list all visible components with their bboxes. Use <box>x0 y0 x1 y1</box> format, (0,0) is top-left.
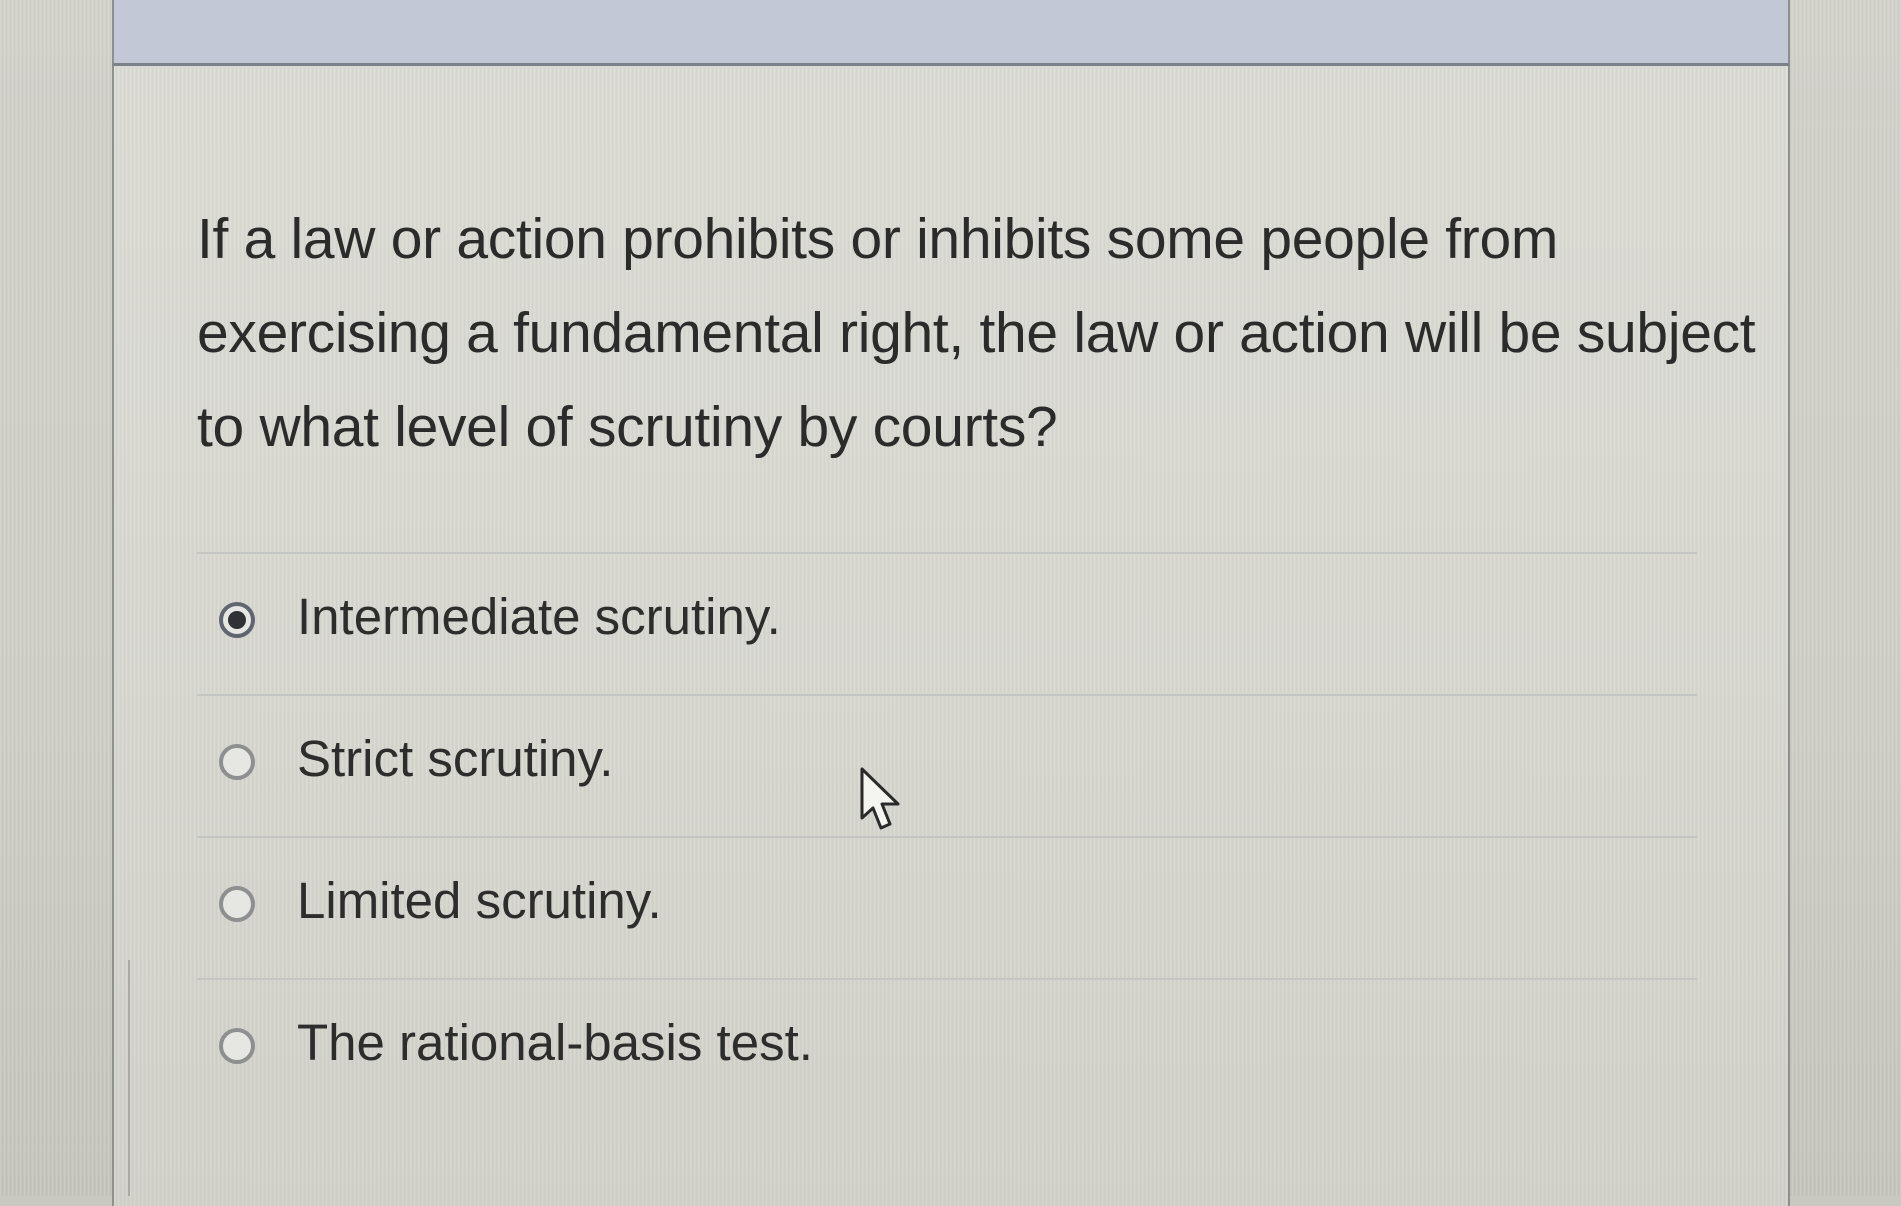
answer-option-strict[interactable]: Strict scrutiny. <box>197 694 1697 836</box>
radio-button[interactable] <box>219 744 255 780</box>
answer-option-intermediate[interactable]: Intermediate scrutiny. <box>197 552 1697 694</box>
answer-option-limited[interactable]: Limited scrutiny. <box>197 836 1697 978</box>
radio-button[interactable] <box>219 886 255 922</box>
answer-option-label[interactable]: Limited scrutiny. <box>297 866 662 936</box>
pointer-arrow-icon <box>860 767 900 830</box>
answer-option-label[interactable]: Strict scrutiny. <box>297 724 613 794</box>
question-header-bar <box>112 0 1790 66</box>
radio-button[interactable] <box>219 1028 255 1064</box>
radio-button-selected[interactable] <box>219 602 255 638</box>
question-text: If a law or action prohibits or inhibits… <box>197 207 1756 459</box>
card-inner-edge <box>128 960 130 1196</box>
answer-option-rational-basis[interactable]: The rational-basis test. <box>197 978 1697 1120</box>
answer-option-label[interactable]: Intermediate scrutiny. <box>297 582 781 652</box>
answer-options: Intermediate scrutiny. Strict scrutiny. … <box>197 552 1697 1120</box>
answer-option-label[interactable]: The rational-basis test. <box>297 1008 813 1078</box>
